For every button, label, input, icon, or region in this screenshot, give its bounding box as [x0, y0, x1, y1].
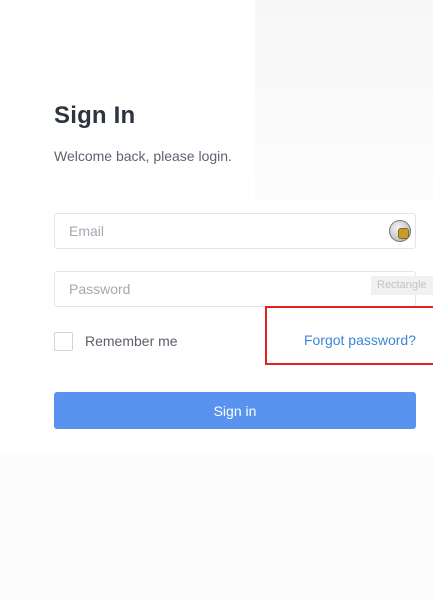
password-field[interactable] — [54, 271, 416, 307]
page-title: Sign In — [54, 102, 136, 129]
forgot-password-link[interactable]: Forgot password? — [304, 332, 416, 348]
email-input[interactable] — [55, 214, 415, 248]
password-input[interactable] — [55, 272, 415, 306]
page-subtitle: Welcome back, please login. — [54, 148, 232, 164]
background-wash — [255, 0, 433, 200]
keychain-icon[interactable] — [389, 220, 411, 242]
email-field[interactable] — [54, 213, 416, 249]
remember-label: Remember me — [85, 333, 178, 349]
remember-me[interactable]: Remember me — [54, 330, 178, 352]
login-card: Sign In Welcome back, please login. Rect… — [0, 0, 433, 455]
sign-in-button[interactable]: Sign in — [54, 392, 416, 429]
remember-checkbox[interactable] — [54, 331, 73, 351]
autofill-hint: Rectangle — [371, 276, 433, 295]
